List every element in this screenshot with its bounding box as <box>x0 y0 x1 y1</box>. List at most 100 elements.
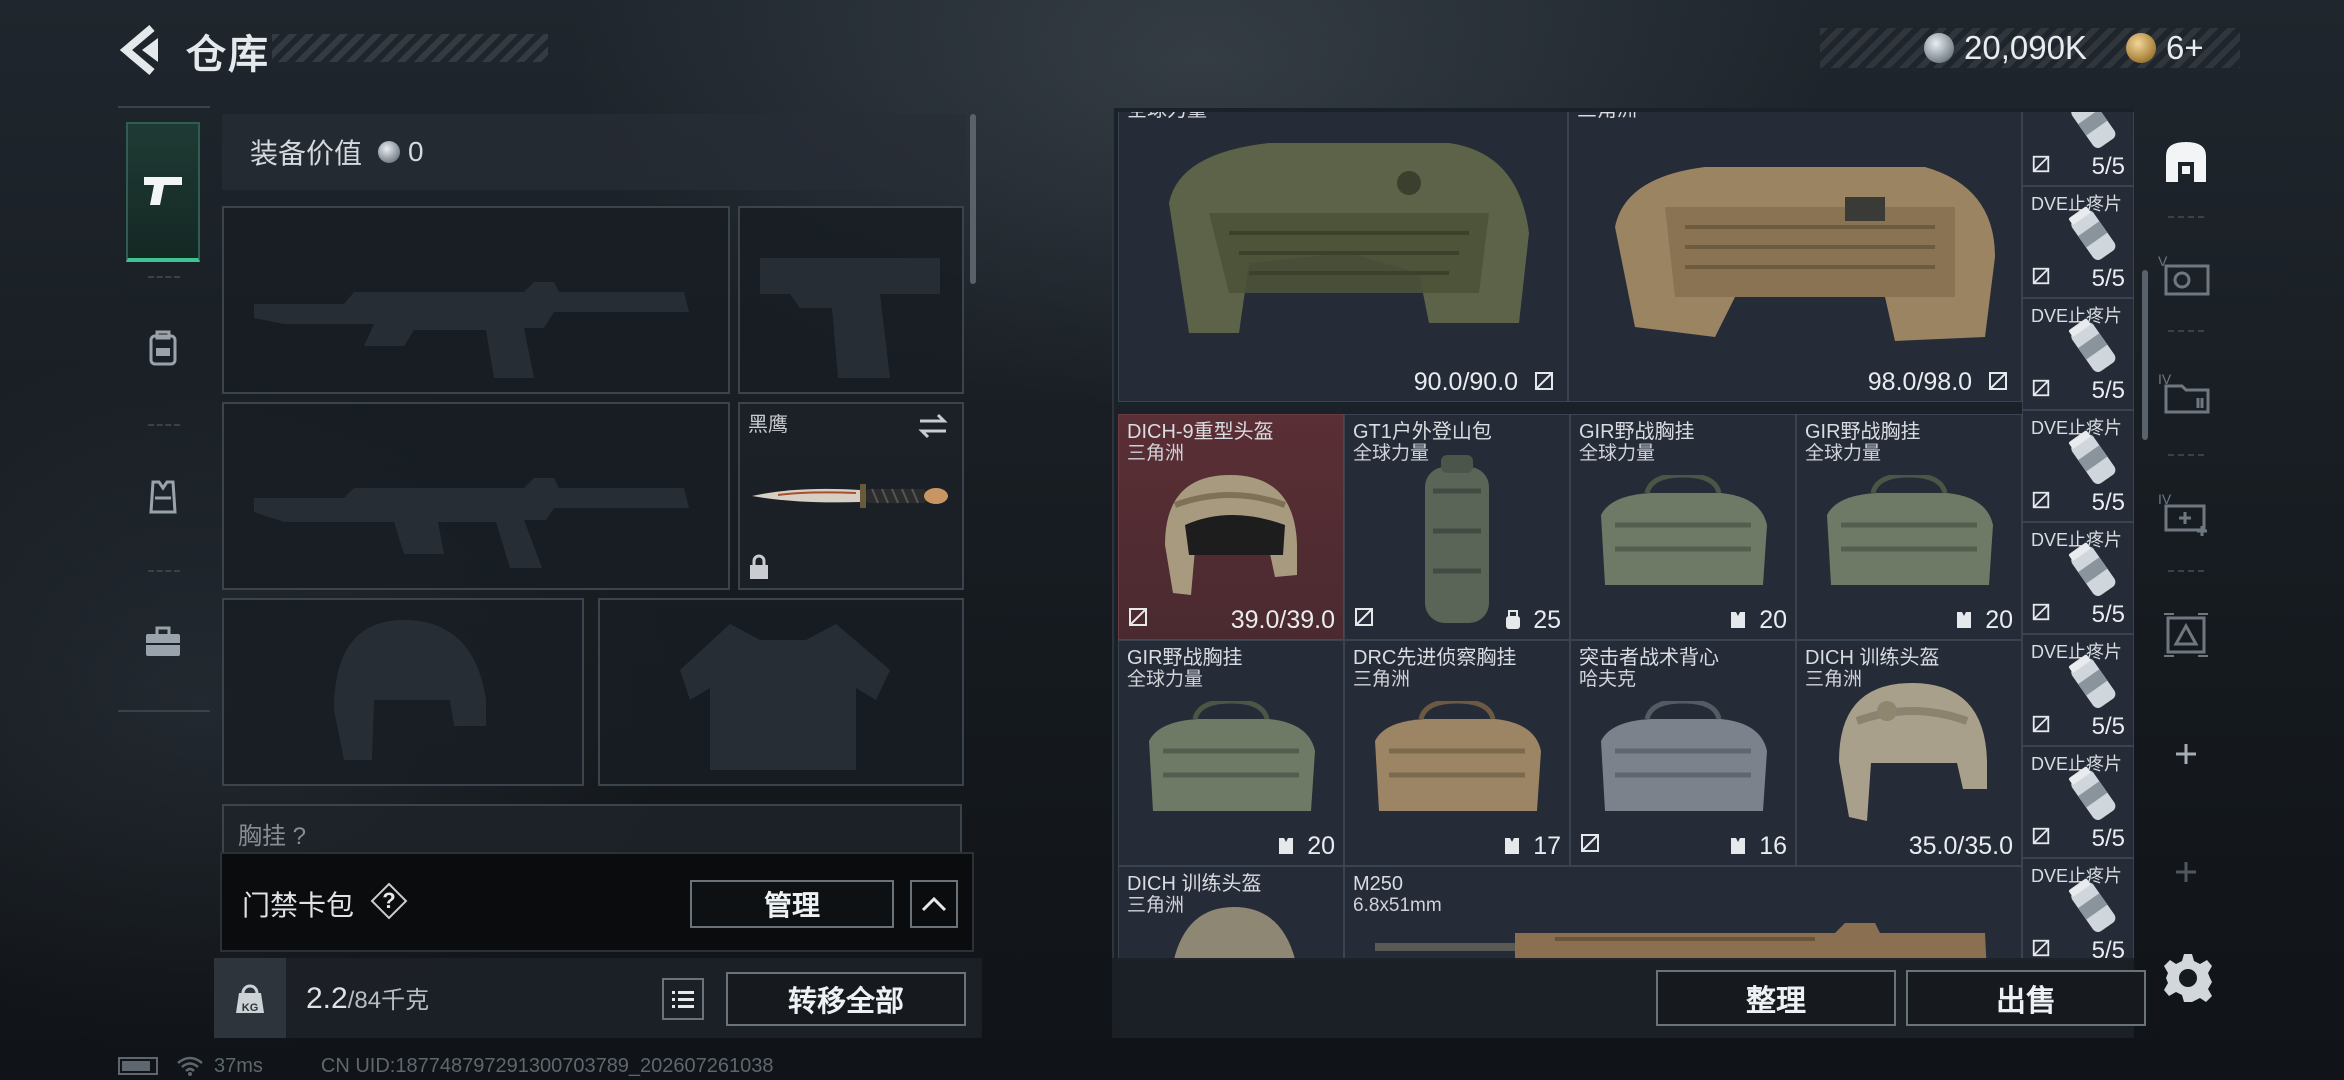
inventory-item-painkiller[interactable]: DVE止疼片 5/5 <box>2022 634 2134 746</box>
no-insure-icon <box>2032 155 2050 173</box>
item-durability: 39.0/39.0 <box>1230 606 1335 634</box>
rail-add-1[interactable] <box>2154 706 2218 802</box>
inventory-item-painkiller[interactable]: DVE止疼片 5/5 <box>2022 298 2134 410</box>
tab-vest[interactable] <box>126 426 200 566</box>
tab-briefcase[interactable] <box>126 572 200 712</box>
inventory-item-painkiller[interactable]: 5/5 <box>2022 112 2134 186</box>
assault-vest-image <box>1601 701 1767 811</box>
inventory-item-chest-rig-1[interactable]: GIR野战胸挂 全球力量 20 <box>1570 414 1796 640</box>
safebox-icon <box>2166 142 2206 182</box>
sort-button[interactable]: 整理 <box>1656 970 1896 1026</box>
help-button[interactable]: ? <box>370 882 408 920</box>
kg-label: KG <box>241 1002 259 1014</box>
ping-readout: 37ms <box>214 1054 263 1077</box>
tab-backpack[interactable] <box>126 278 200 418</box>
chest-rig-image <box>1827 475 1993 585</box>
inventory-item-painkiller[interactable]: DVE止疼片 5/5 <box>2022 522 2134 634</box>
inventory-item-painkiller[interactable]: DVE止疼片 5/5 <box>2022 746 2134 858</box>
sell-button[interactable]: 出售 <box>1906 970 2146 1026</box>
rail-case-1[interactable]: V <box>2154 228 2218 324</box>
chevron-up-icon <box>921 896 947 912</box>
lock-icon <box>750 554 768 579</box>
inventory-item-training-helmet-2[interactable]: DICH 训练头盔 三角洲 <box>1118 866 1344 960</box>
inventory-item-recon-rig[interactable]: DRC先进侦察胸挂 三角洲 17 <box>1344 640 1570 866</box>
back-arrow-icon[interactable] <box>112 20 172 80</box>
training-helmet-image <box>1839 683 1987 821</box>
no-insure-icon <box>1535 372 1553 390</box>
no-insure-icon <box>2032 379 2050 397</box>
inventory-item-heavy-helmet[interactable]: DICH-9重型头盔 三角洲 39.0/39.0 <box>1118 414 1344 640</box>
inventory-item-assault-vest[interactable]: 突击者战术背心 哈夫克 16 <box>1570 640 1796 866</box>
chest-rig-image <box>1601 475 1767 585</box>
list-view-button[interactable] <box>662 978 704 1020</box>
primary-weapon-slot[interactable] <box>222 206 730 394</box>
rail-case-4[interactable] <box>2154 586 2218 682</box>
no-insure-icon <box>2032 267 2050 285</box>
item-count: 5/5 <box>2091 601 2125 628</box>
equipment-value-bar: 装备价值 0 <box>222 114 966 190</box>
item-count: 5/5 <box>2091 489 2125 516</box>
medkit-case-icon: IV <box>2158 491 2207 536</box>
inventory-item-m250[interactable]: M250 6.8x51mm <box>1344 866 2022 960</box>
no-insure-icon <box>1355 608 1373 626</box>
melee-slot[interactable]: 黑鹰 <box>738 402 964 590</box>
rail-case-2[interactable]: IV <box>2154 346 2218 442</box>
briefcase-icon <box>146 626 180 656</box>
inventory-item-chest-rig-2[interactable]: GIR野战胸挂 全球力量 20 <box>1796 414 2022 640</box>
vest-icon <box>149 480 177 514</box>
gold-currency[interactable]: 6+ <box>2126 28 2204 68</box>
inventory-item-vest-2[interactable]: 三角洲 98.0/98.0 <box>1568 112 2022 402</box>
add-icon <box>2176 744 2196 764</box>
helmet-slot[interactable] <box>222 598 584 786</box>
rail-add-2[interactable] <box>2154 824 2218 920</box>
gold-amount: 6+ <box>2166 29 2204 66</box>
chest-rig-image <box>1149 701 1315 811</box>
page-title: 仓库 <box>186 33 270 77</box>
inventory-item-painkiller[interactable]: DVE止疼片 5/5 <box>2022 410 2134 522</box>
item-faction: 全球力量 <box>1127 669 1204 690</box>
item-count: 5/5 <box>2091 265 2125 292</box>
transfer-all-button[interactable]: 转移全部 <box>726 972 966 1026</box>
rig-capacity-icon <box>1957 612 1972 628</box>
equipment-value-amount: 0 <box>408 136 424 167</box>
inventory-action-bar: 整理 出售 <box>1112 958 2146 1038</box>
silver-amount: 20,090K <box>1964 29 2087 66</box>
melee-name: 黑鹰 <box>748 414 788 436</box>
inventory-scrollbar[interactable] <box>2142 270 2148 440</box>
swap-icon[interactable] <box>916 412 950 440</box>
armor-slot[interactable] <box>598 598 964 786</box>
item-name: DICH 训练头盔 <box>1805 647 1940 669</box>
access-card-bar: 门禁卡包 ? 管理 <box>220 852 974 952</box>
tab-weapons[interactable] <box>126 122 200 262</box>
inventory-item-chest-rig-3[interactable]: GIR野战胸挂 全球力量 20 <box>1118 640 1344 866</box>
pill-bottle-image <box>2069 430 2116 484</box>
item-name: GT1户外登山包 <box>1353 421 1492 443</box>
item-count: 5/5 <box>2091 937 2125 960</box>
secondary-weapon-slot[interactable] <box>222 402 730 590</box>
no-insure-icon <box>2032 939 2050 957</box>
settings-gear-icon[interactable] <box>2162 952 2214 1004</box>
silver-coin-icon <box>378 141 401 163</box>
weight-readout: 2.2/84千克 <box>306 980 429 1016</box>
training-helmet-image <box>1173 907 1296 960</box>
silver-currency[interactable]: 20,090K <box>1924 28 2087 68</box>
expand-button[interactable] <box>910 880 958 928</box>
rail-case-3[interactable]: IV <box>2154 466 2218 562</box>
pill-bottle-image <box>2069 318 2116 372</box>
pistol-silhouette-icon <box>760 258 940 378</box>
inventory-item-training-helmet[interactable]: DICH 训练头盔 三角洲 35.0/35.0 <box>1796 640 2022 866</box>
sidearm-slot[interactable] <box>738 206 964 394</box>
pill-bottle-image <box>2069 112 2116 148</box>
item-capacity: 20 <box>1985 606 2013 634</box>
rifle-silhouette-icon <box>254 478 689 568</box>
rail-safebox[interactable] <box>2154 114 2218 210</box>
inventory-item-hiking-bag[interactable]: GT1户外登山包 全球力量 25 <box>1344 414 1570 640</box>
manage-button[interactable]: 管理 <box>690 880 894 928</box>
armor-silhouette-icon <box>680 624 890 770</box>
inventory-item-vest-1[interactable]: 全球力量 90.0/90.0 <box>1118 112 1568 402</box>
item-name: DRC先进侦察胸挂 <box>1353 647 1517 669</box>
inventory-item-painkiller[interactable]: DVE止疼片 5/5 <box>2022 858 2134 960</box>
backpack-capacity-icon <box>1506 610 1521 629</box>
inventory-item-painkiller[interactable]: DVE止疼片 5/5 <box>2022 186 2134 298</box>
loadout-scrollbar[interactable] <box>970 114 976 284</box>
